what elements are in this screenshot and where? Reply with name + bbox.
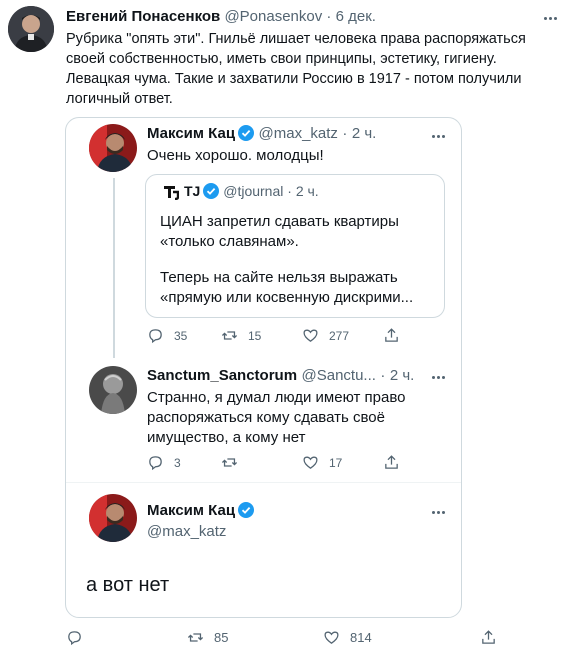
reply-count: 35 <box>174 328 188 343</box>
like-button[interactable]: 17 <box>302 454 342 471</box>
tweet2-time[interactable]: 2 ч. <box>390 367 415 384</box>
more-options-icon[interactable] <box>428 367 448 387</box>
like-button[interactable]: 814 <box>323 629 372 646</box>
separator-dot: · <box>287 183 292 199</box>
tweet3-author-name[interactable]: Максим Кац <box>147 502 235 519</box>
reply-button[interactable]: 3 <box>147 454 181 471</box>
tweet-time[interactable]: 6 дек. <box>336 8 376 25</box>
tweet1-time[interactable]: 2 ч. <box>352 125 377 142</box>
heart-icon <box>324 631 339 644</box>
retweet-button[interactable]: 15 <box>221 327 261 344</box>
verified-badge-icon <box>238 125 255 141</box>
more-options-icon[interactable] <box>428 126 448 146</box>
quote-text-line1: ЦИАН запретил сдавать квартиры «только с… <box>160 213 399 250</box>
retweet-button[interactable] <box>221 454 248 471</box>
share-button[interactable] <box>383 327 400 344</box>
quote-header: TJ @tjournal · 2 ч. <box>184 183 319 199</box>
katz-avatar[interactable] <box>89 494 137 542</box>
more-options-icon[interactable] <box>540 8 560 28</box>
tweet2-handle[interactable]: @Sanctu... <box>302 367 376 384</box>
author-avatar[interactable] <box>8 6 54 52</box>
tweet-text: Рубрика "опять эти". Гнильё лишает челов… <box>66 31 526 107</box>
tweet3-author: Максим Кац <box>147 502 255 520</box>
verified-badge-icon <box>203 183 220 199</box>
tweet2-text: Странно, я думал люди имеют право распор… <box>147 389 406 446</box>
sanctum-avatar[interactable] <box>89 366 137 414</box>
heart-icon <box>303 456 318 469</box>
like-count: 814 <box>350 630 372 645</box>
reply-icon <box>149 329 162 344</box>
share-icon <box>385 328 398 342</box>
thread-line <box>113 178 115 358</box>
author-name[interactable]: Евгений Понасенков <box>66 8 220 25</box>
author-handle[interactable]: @Ponasenkov <box>224 8 322 25</box>
retweet-icon <box>187 633 204 642</box>
tweet1-handle[interactable]: @max_katz <box>259 125 338 142</box>
reply-icon <box>68 631 81 646</box>
more-options-icon[interactable] <box>428 502 448 522</box>
verified-badge-icon <box>238 502 255 518</box>
retweet-icon <box>221 331 238 340</box>
share-icon <box>482 630 495 644</box>
like-count: 277 <box>329 328 350 343</box>
tweet2-header: Sanctum_Sanctorum @Sanctu... · 2 ч. <box>147 367 414 385</box>
heart-icon <box>303 329 318 342</box>
retweet-count: 15 <box>248 328 262 343</box>
reply-icon <box>149 456 162 471</box>
tweet2-author-name[interactable]: Sanctum_Sanctorum <box>147 367 297 384</box>
tweet1-text: Очень хорошо. молодцы! <box>147 147 324 164</box>
katz-avatar[interactable] <box>89 124 137 172</box>
separator-dot: · <box>342 125 348 142</box>
tweet1-author-name[interactable]: Максим Кац <box>147 125 235 142</box>
tweet3-text: а вот нет <box>86 574 170 596</box>
retweet-count: 85 <box>214 630 229 645</box>
tweet1-header: Максим Кац @max_katz · 2 ч. <box>147 125 376 143</box>
quote-time[interactable]: 2 ч. <box>296 183 319 199</box>
like-count: 17 <box>329 455 343 470</box>
quote-handle[interactable]: @tjournal <box>223 183 283 199</box>
reply-button[interactable]: 35 <box>147 327 187 344</box>
quote-text-line2: Теперь на сайте нельзя выражать «прямую … <box>160 269 414 306</box>
reply-count: 3 <box>174 455 181 470</box>
tweet3-handle[interactable]: @max_katz <box>147 523 226 540</box>
retweet-button[interactable]: 85 <box>187 629 228 646</box>
divider <box>66 482 461 483</box>
reply-button[interactable] <box>66 629 93 646</box>
share-icon <box>385 455 398 469</box>
like-button[interactable]: 277 <box>302 327 349 344</box>
tweet-header: Евгений Понасенков @Ponasenkov · 6 дек. <box>66 8 376 25</box>
quote-author-name[interactable]: TJ <box>184 183 200 199</box>
separator-dot: · <box>326 8 332 25</box>
separator-dot: · <box>380 367 386 384</box>
share-button[interactable] <box>383 454 400 471</box>
retweet-icon <box>221 458 238 467</box>
share-button[interactable] <box>480 629 497 646</box>
tj-logo-icon <box>162 183 180 201</box>
